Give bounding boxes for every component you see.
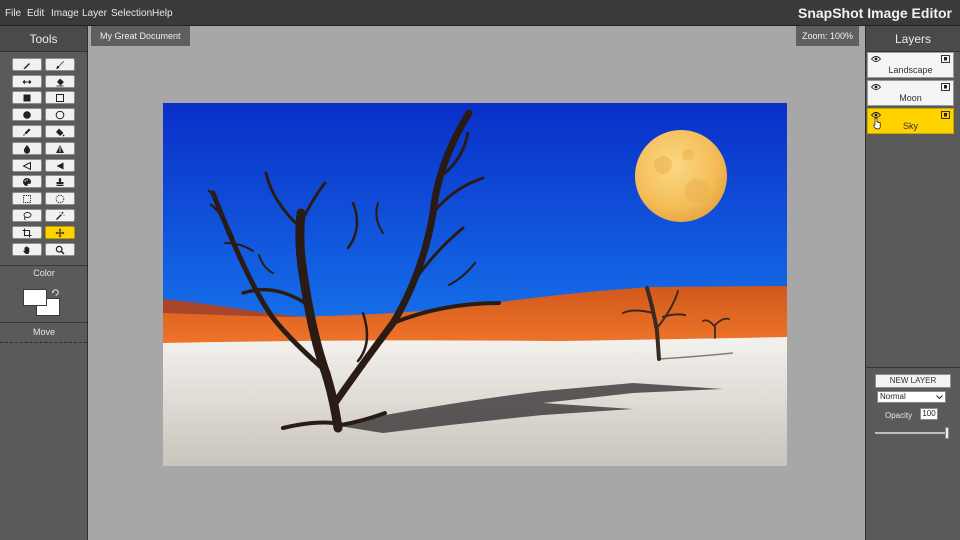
tool-grid <box>0 52 87 266</box>
menu-help[interactable]: Help <box>152 8 173 19</box>
filled-rectangle-icon <box>23 94 31 102</box>
eraser-tool-button[interactable] <box>45 75 75 88</box>
tools-panel: Tools Color Move <box>0 26 88 540</box>
palette-tool-button[interactable] <box>12 175 42 188</box>
blend-mode-value: Normal <box>880 392 906 401</box>
lock-icon[interactable] <box>941 55 950 63</box>
tool-options-section: Move <box>0 323 87 343</box>
ellipse-select-icon <box>55 194 65 204</box>
document-tab[interactable]: My Great Document <box>91 26 190 46</box>
paint-bucket-tool-button[interactable] <box>45 125 75 138</box>
moon-crater <box>654 156 672 174</box>
opacity-input[interactable]: 100 <box>920 408 938 420</box>
chevron-down-icon <box>936 395 943 400</box>
stamp-icon <box>56 178 64 186</box>
filled-rectangle-tool-button[interactable] <box>12 91 42 104</box>
burn-tool-button[interactable] <box>45 159 75 172</box>
moon-crater <box>682 149 694 161</box>
hand-icon <box>23 246 30 254</box>
rect-select-tool-button[interactable] <box>12 192 42 205</box>
lock-icon[interactable] <box>941 83 950 91</box>
swap-colors-icon[interactable] <box>51 288 60 297</box>
magic-wand-icon <box>56 211 65 220</box>
eyedropper-tool-button[interactable] <box>12 125 42 138</box>
magic-wand-tool-button[interactable] <box>45 209 75 222</box>
zoom-label: Zoom: 100% <box>795 26 859 46</box>
pencil-icon <box>23 63 30 69</box>
zoom-icon <box>55 245 65 255</box>
ellipse-icon <box>55 110 65 120</box>
opacity-slider-track[interactable] <box>875 432 947 434</box>
sharpen-tool-button[interactable] <box>45 142 75 155</box>
layer-name: Landscape <box>888 65 933 75</box>
crop-tool-button[interactable] <box>12 226 42 239</box>
line-icon <box>22 80 32 84</box>
opacity-label: Opacity <box>885 411 913 420</box>
image-canvas[interactable] <box>163 103 787 466</box>
dodge-icon <box>22 161 31 171</box>
move-icon <box>55 228 65 238</box>
lasso-icon <box>23 212 32 221</box>
eye-icon[interactable] <box>871 55 881 63</box>
layer-name: Moon <box>899 93 922 103</box>
current-tool-label: Move <box>32 327 55 337</box>
sharpen-icon <box>56 145 64 153</box>
crop-icon <box>22 228 32 238</box>
blend-mode-select[interactable]: Normal <box>877 391 946 403</box>
move-tool-button[interactable] <box>45 226 75 239</box>
menu-file[interactable]: File <box>5 8 21 19</box>
stamp-tool-button[interactable] <box>45 175 75 188</box>
menu-selection[interactable]: Selection <box>111 8 152 19</box>
eraser-icon <box>56 78 64 87</box>
layers-panel: Layers Landscape Moon Sky NEW LAYER Norm… <box>865 26 960 540</box>
rectangle-icon <box>56 94 64 102</box>
layer-item-sky[interactable]: Sky <box>867 108 954 134</box>
filled-ellipse-icon <box>23 111 31 119</box>
menu-layer[interactable]: Layer <box>82 8 107 19</box>
blur-drop-icon <box>23 145 31 154</box>
rect-select-icon <box>23 195 31 203</box>
editor-app: File Edit Image Layer Selection Help Sna… <box>0 0 960 540</box>
brush-icon <box>56 61 64 69</box>
app-title: SnapShot Image Editor <box>797 5 952 21</box>
tools-panel-title: Tools <box>0 26 87 52</box>
rectangle-tool-button[interactable] <box>45 91 75 104</box>
workspace: My Great Document Zoom: 100% <box>88 26 865 540</box>
lasso-tool-button[interactable] <box>12 209 42 222</box>
ellipse-tool-button[interactable] <box>45 108 75 121</box>
zoom-tool-button[interactable] <box>45 243 75 256</box>
filled-ellipse-tool-button[interactable] <box>12 108 42 121</box>
menu-edit[interactable]: Edit <box>27 8 44 19</box>
line-tool-button[interactable] <box>12 75 42 88</box>
opacity-slider-thumb[interactable] <box>945 427 949 439</box>
burn-icon <box>56 162 64 170</box>
moon-crater <box>685 179 709 203</box>
lock-icon[interactable] <box>941 111 950 119</box>
layers-panel-title: Layers <box>866 26 960 52</box>
menu-bar: File Edit Image Layer Selection Help Sna… <box>0 0 960 26</box>
palette-icon <box>23 178 31 186</box>
canvas-image <box>163 103 787 466</box>
color-section: Color <box>0 266 87 323</box>
eyedropper-icon <box>23 128 31 136</box>
hand-tool-button[interactable] <box>12 243 42 256</box>
menu-image[interactable]: Image <box>51 8 79 19</box>
blur-tool-button[interactable] <box>12 142 42 155</box>
dodge-tool-button[interactable] <box>12 159 42 172</box>
layer-controls: NEW LAYER Normal Opacity 100 <box>866 368 960 540</box>
moon-layer <box>635 130 727 222</box>
layer-name: Sky <box>902 121 918 131</box>
ellipse-select-tool-button[interactable] <box>45 192 75 205</box>
brush-tool-button[interactable] <box>45 58 75 71</box>
pencil-tool-button[interactable] <box>12 58 42 71</box>
color-label: Color <box>33 268 55 278</box>
layers-list: Landscape Moon Sky <box>866 52 960 368</box>
foreground-color-swatch[interactable] <box>23 289 47 306</box>
eye-icon[interactable] <box>871 83 881 91</box>
layer-item-landscape[interactable]: Landscape <box>867 52 954 78</box>
paint-bucket-icon <box>56 128 65 137</box>
layer-item-moon[interactable]: Moon <box>867 80 954 106</box>
new-layer-button[interactable]: NEW LAYER <box>875 374 951 388</box>
